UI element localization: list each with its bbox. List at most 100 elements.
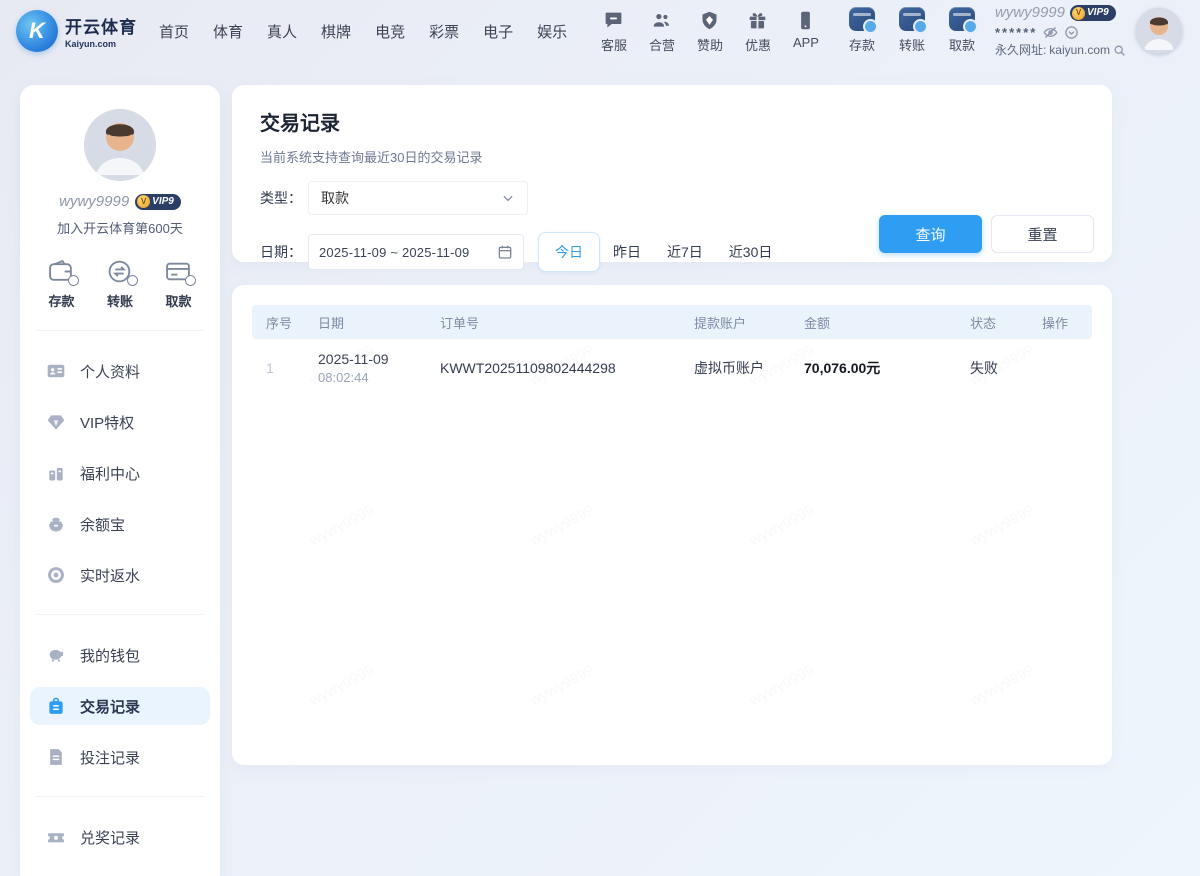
nav-live[interactable]: 真人 xyxy=(267,21,297,42)
sidebar-withdraw-button[interactable]: 取款 xyxy=(165,259,192,310)
transactions-table: 序号 日期 订单号 提款账户 金额 状态 操作 1 2025-11-09 08:… xyxy=(252,305,1092,397)
sidebar-vip-level: VIP9 xyxy=(152,196,174,207)
sidebar-item-prizes[interactable]: 兑奖记录 xyxy=(30,818,210,856)
range-30days-button[interactable]: 近30日 xyxy=(716,233,786,271)
query-button[interactable]: 查询 xyxy=(879,215,982,253)
sidebar-item-transactions[interactable]: 交易记录 xyxy=(30,687,210,725)
col-status: 状态 xyxy=(956,313,1028,332)
gift-icon xyxy=(747,9,768,31)
sidebar-menu-group-1: 个人资料 VIP特权 福利中心 余额宝 实时返水 xyxy=(20,331,220,594)
range-yesterday-button[interactable]: 昨日 xyxy=(600,233,654,271)
promo-button[interactable]: 优惠 xyxy=(737,9,779,54)
date-range-value: 2025-11-09 ~ 2025-11-09 xyxy=(319,245,497,260)
app-button[interactable]: APP xyxy=(785,9,827,54)
sidebar-deposit-button[interactable]: 存款 xyxy=(48,259,75,310)
sidebar-menu-group-2: 我的钱包 交易记录 投注记录 xyxy=(20,615,220,776)
nav-esports[interactable]: 电竞 xyxy=(375,21,405,42)
currency-dropdown-icon[interactable] xyxy=(1064,25,1079,40)
nav-chess[interactable]: 棋牌 xyxy=(321,21,351,42)
page-title: 交易记录 xyxy=(260,107,1084,136)
eye-off-icon[interactable] xyxy=(1043,25,1058,40)
col-amount: 金额 xyxy=(790,313,956,332)
sidebar-item-vip[interactable]: VIP特权 xyxy=(30,403,210,441)
vip-level: VIP9 xyxy=(1087,7,1109,20)
prize-icon xyxy=(46,827,66,847)
sidebar-item-vip-label: VIP特权 xyxy=(80,412,134,433)
header-quick-icons: 客服 合营 赞助 优惠 APP xyxy=(593,9,827,54)
sidebar-item-wallet-label: 我的钱包 xyxy=(80,645,140,666)
type-select[interactable]: 取款 xyxy=(308,181,528,215)
reset-button[interactable]: 重置 xyxy=(991,215,1094,253)
nav-sports[interactable]: 体育 xyxy=(213,21,243,42)
rebate-icon xyxy=(46,565,66,585)
sidebar-deposit-label: 存款 xyxy=(48,291,74,310)
phone-icon xyxy=(795,9,816,31)
sidebar-item-transactions-label: 交易记录 xyxy=(80,696,140,717)
partners-label: 合营 xyxy=(649,35,675,54)
sponsor-button[interactable]: 赞助 xyxy=(689,9,731,54)
app-label: APP xyxy=(793,35,819,50)
sidebar-transfer-button[interactable]: 转账 xyxy=(107,259,134,310)
joined-days-text: 加入开云体育第600天 xyxy=(20,218,220,237)
sidebar-item-rebate[interactable]: 实时返水 xyxy=(30,556,210,594)
page-subtitle: 当前系统支持查询最近30日的交易记录 xyxy=(260,147,1084,166)
nav-slots[interactable]: 电子 xyxy=(483,21,513,42)
transfer-card-icon xyxy=(899,9,925,31)
chevron-down-icon xyxy=(501,191,515,205)
sidebar-item-profile[interactable]: 个人资料 xyxy=(30,352,210,390)
sidebar-username: wywy9999 xyxy=(59,193,129,210)
wallet-icon xyxy=(48,259,75,284)
site-logo[interactable]: K 开云体育 Kaiyun.com xyxy=(16,10,137,52)
transaction-filter-card: 交易记录 当前系统支持查询最近30日的交易记录 类型： 取款 日期： 2025-… xyxy=(232,85,1112,262)
sidebar-item-yuebao[interactable]: 余额宝 xyxy=(30,505,210,543)
partners-button[interactable]: 合营 xyxy=(641,9,683,54)
range-7days-button[interactable]: 近7日 xyxy=(654,233,716,271)
col-date: 日期 xyxy=(304,313,426,332)
sidebar-item-prizes-label: 兑奖记录 xyxy=(80,827,140,848)
id-card-icon xyxy=(46,361,66,381)
deposit-button[interactable]: 存款 xyxy=(841,9,883,54)
nav-home[interactable]: 首页 xyxy=(159,21,189,42)
search-icon[interactable] xyxy=(1113,44,1126,57)
type-filter-label: 类型： xyxy=(260,188,308,208)
sidebar-item-profile-label: 个人资料 xyxy=(80,361,140,382)
sidebar-avatar[interactable] xyxy=(84,109,156,181)
vip-badge[interactable]: V VIP9 xyxy=(1070,5,1116,21)
transfer-label: 转账 xyxy=(899,35,925,54)
range-today-button[interactable]: 今日 xyxy=(538,232,600,272)
withdraw-button[interactable]: 取款 xyxy=(941,9,983,54)
sidebar-vip-badge[interactable]: V VIP9 xyxy=(135,194,181,210)
main-nav: 首页 体育 真人 棋牌 电竞 彩票 电子 娱乐 xyxy=(159,21,567,42)
deposit-label: 存款 xyxy=(849,35,875,54)
withdraw-label: 取款 xyxy=(949,35,975,54)
bets-icon xyxy=(46,747,66,767)
col-order-no: 订单号 xyxy=(426,313,680,332)
sidebar-item-welfare-label: 福利中心 xyxy=(80,463,140,484)
nav-lottery[interactable]: 彩票 xyxy=(429,21,459,42)
date-quick-ranges: 今日 昨日 近7日 近30日 xyxy=(538,232,785,272)
transaction-table-card: wywy9999wywy9999 wywy9999wywy9999 wywy99… xyxy=(232,285,1112,765)
row-date: 2025-11-09 xyxy=(318,351,426,367)
vip-shield-icon: V xyxy=(1072,7,1085,20)
sidebar-item-bets[interactable]: 投注记录 xyxy=(30,738,210,776)
chat-icon xyxy=(603,9,624,31)
sidebar: wywy9999 V VIP9 加入开云体育第600天 存款 转账 xyxy=(20,85,220,876)
customer-service-button[interactable]: 客服 xyxy=(593,9,635,54)
header-user-block: wywy9999 V VIP9 ****** 永久网址: kaiyun.com xyxy=(995,4,1126,58)
sidebar-vip-shield-icon: V xyxy=(137,195,150,208)
date-range-input[interactable]: 2025-11-09 ~ 2025-11-09 xyxy=(308,234,524,270)
sidebar-item-welfare[interactable]: 福利中心 xyxy=(30,454,210,492)
row-amount: 70,076.00元 xyxy=(790,358,956,378)
wallet2-icon xyxy=(46,645,66,665)
sidebar-item-bets-label: 投注记录 xyxy=(80,747,140,768)
welfare-icon xyxy=(46,463,66,483)
sidebar-item-messages[interactable]: 消息中心 99+ xyxy=(30,869,210,876)
site-url: kaiyun.com xyxy=(1049,43,1110,58)
row-status: 失败 xyxy=(956,358,1028,378)
row-account: 虚拟币账户 xyxy=(680,358,790,378)
nav-entertainment[interactable]: 娱乐 xyxy=(537,21,567,42)
sidebar-item-wallet[interactable]: 我的钱包 xyxy=(30,636,210,674)
transfer-button[interactable]: 转账 xyxy=(891,9,933,54)
user-avatar[interactable] xyxy=(1136,8,1182,54)
customer-service-label: 客服 xyxy=(601,35,627,54)
